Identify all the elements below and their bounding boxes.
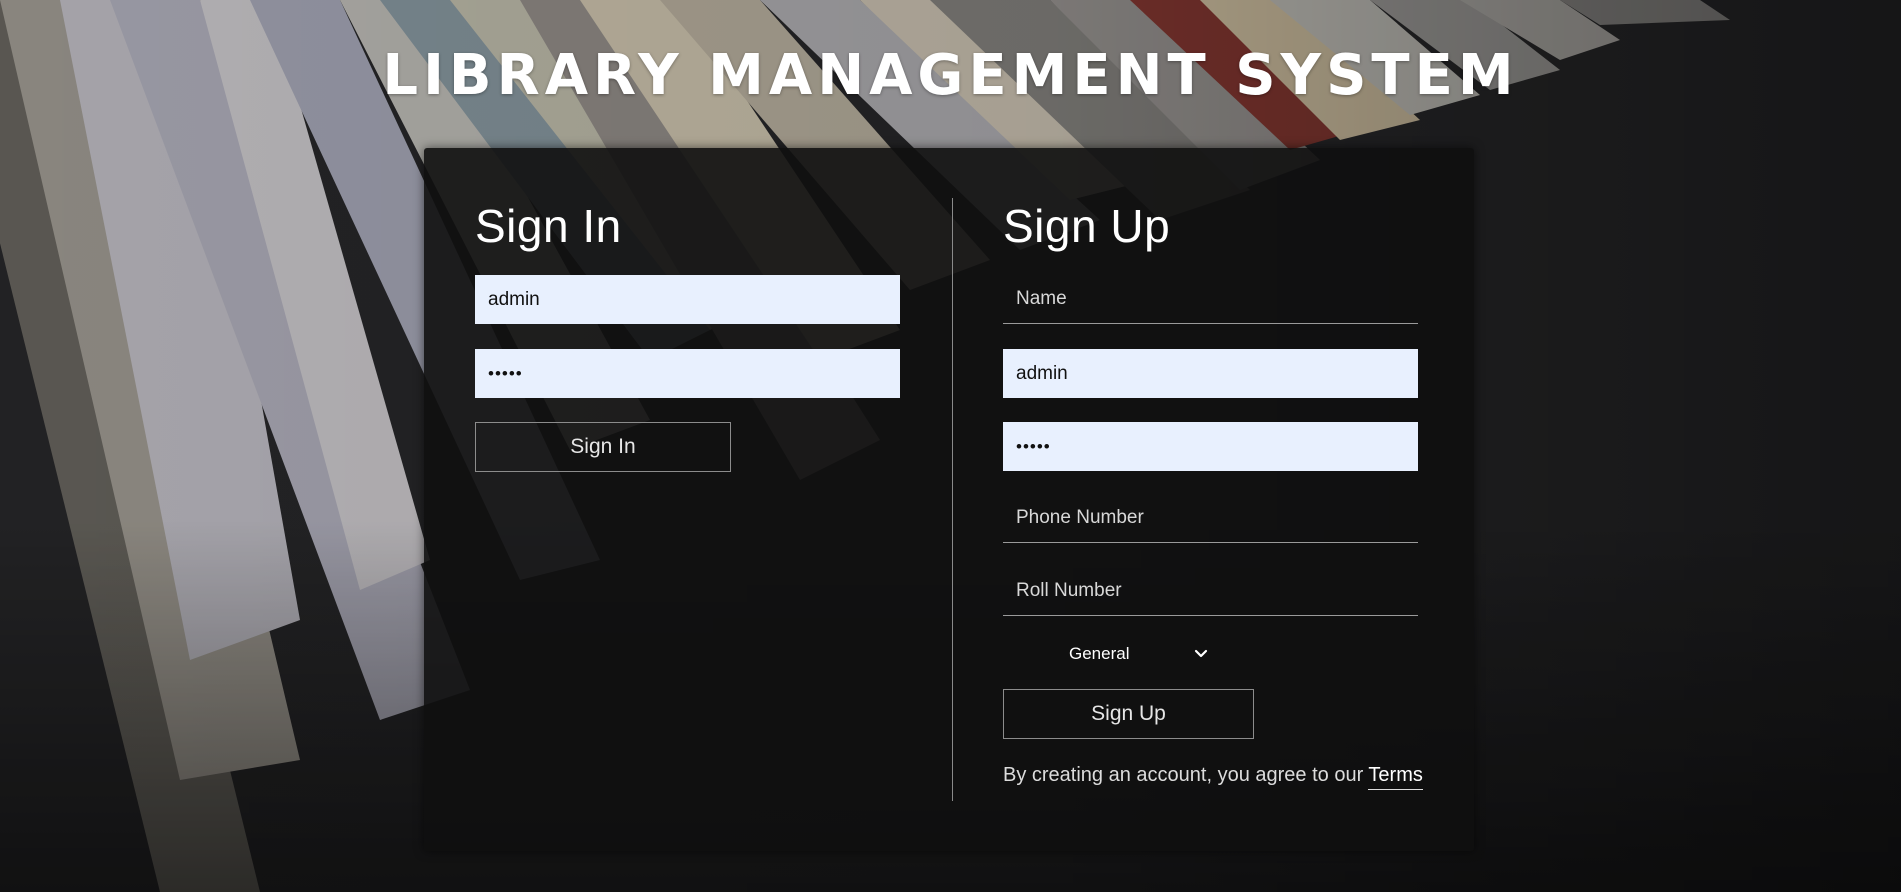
column-divider <box>952 198 953 801</box>
sign-in-password-input[interactable] <box>475 349 900 398</box>
category-select[interactable]: General <box>1003 636 1418 672</box>
sign-up-button[interactable]: Sign Up <box>1003 689 1254 739</box>
phone-number-input[interactable] <box>1003 494 1418 543</box>
app-title: LIBRARY MANAGEMENT SYSTEM <box>382 42 1519 108</box>
name-input[interactable] <box>1003 275 1418 324</box>
terms-text: By creating an account, you agree to our <box>1003 764 1369 786</box>
sign-up-password-input[interactable] <box>1003 422 1418 471</box>
sign-in-heading: Sign In <box>475 200 622 252</box>
roll-number-input[interactable] <box>1003 567 1418 616</box>
terms-link[interactable]: Terms <box>1368 764 1423 790</box>
sign-in-username-input[interactable] <box>475 275 900 324</box>
chevron-down-icon <box>1194 647 1208 661</box>
auth-panel: Sign In Sign In Sign Up General Sign Up … <box>424 148 1474 851</box>
sign-up-heading: Sign Up <box>1003 200 1171 252</box>
category-select-value: General <box>1069 644 1130 663</box>
sign-up-username-input[interactable] <box>1003 349 1418 398</box>
sign-in-button[interactable]: Sign In <box>475 422 731 472</box>
terms-notice: By creating an account, you agree to our… <box>1003 762 1423 790</box>
